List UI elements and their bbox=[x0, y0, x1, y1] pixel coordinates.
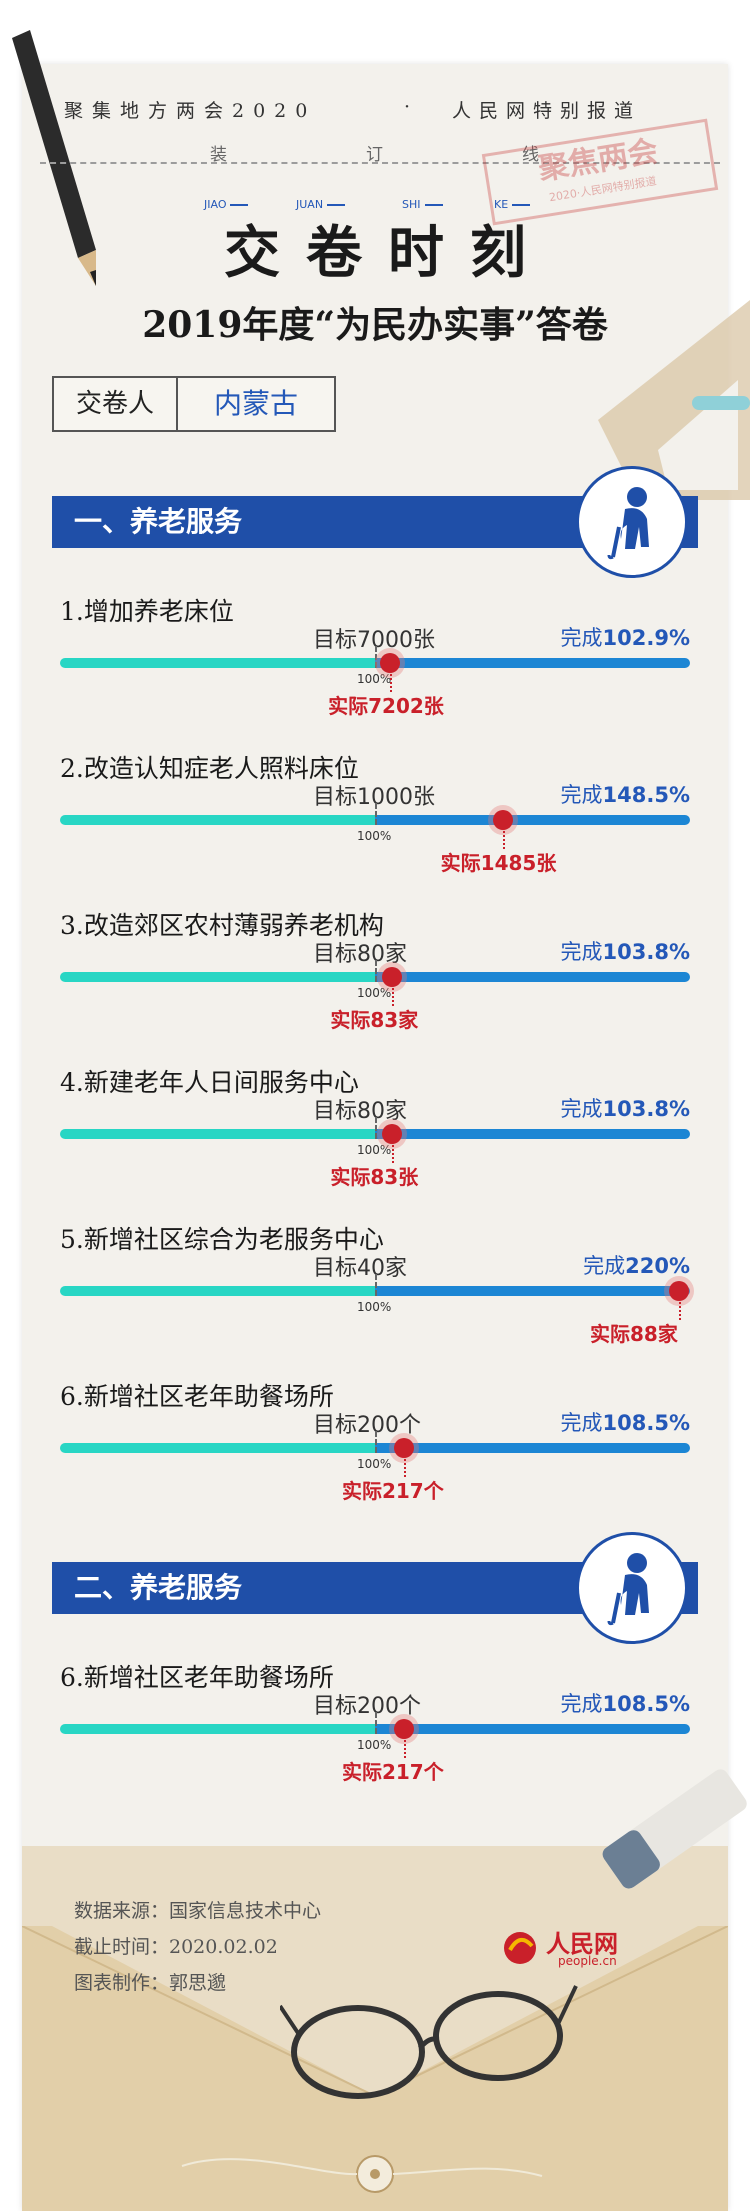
bar-overflow-segment bbox=[375, 1724, 690, 1734]
binding-char: 订 bbox=[366, 145, 383, 165]
submitter-box: 交卷人 内蒙古 bbox=[52, 376, 336, 432]
complete-prefix: 完成 bbox=[560, 626, 603, 650]
pen-icon bbox=[692, 396, 750, 410]
target-100-marker bbox=[375, 803, 377, 825]
actual-leader-line bbox=[679, 1302, 682, 1320]
target-100-label: 100% bbox=[357, 1457, 392, 1471]
complete-prefix: 完成 bbox=[560, 940, 603, 964]
target-label: 目标80家 bbox=[313, 942, 407, 967]
complete-prefix: 完成 bbox=[583, 1254, 626, 1278]
bar-target-segment bbox=[60, 972, 375, 982]
target-100-marker bbox=[375, 1117, 377, 1139]
bar-overflow-segment bbox=[375, 1286, 690, 1296]
people-logo-icon bbox=[504, 1932, 536, 1964]
target-label: 目标7000张 bbox=[313, 628, 435, 653]
glasses-icon bbox=[280, 1985, 578, 2099]
complete-prefix: 完成 bbox=[560, 1692, 603, 1716]
item-title: 6.新增社区老年助餐场所 bbox=[60, 1663, 334, 1692]
actual-value: 实际83张 bbox=[330, 1165, 419, 1189]
actual-value: 实际7202张 bbox=[328, 694, 444, 718]
actual-marker bbox=[492, 810, 513, 830]
elderly-person-icon bbox=[576, 466, 688, 578]
target-100-marker bbox=[375, 1712, 377, 1734]
elderly-person-icon bbox=[576, 1532, 688, 1644]
target-100-marker bbox=[375, 1274, 377, 1296]
target-label: 目标40家 bbox=[313, 1256, 407, 1281]
target-100-label: 100% bbox=[357, 829, 392, 843]
logo-url: people.cn bbox=[558, 1954, 617, 1968]
page-subtitle: 2019年度“为民办实事”答卷 bbox=[142, 304, 608, 346]
bar-overflow-segment bbox=[375, 1443, 690, 1453]
submitter-value: 内蒙古 bbox=[213, 387, 298, 420]
actual-marker bbox=[393, 1438, 414, 1458]
bar-target-segment bbox=[60, 1724, 375, 1734]
bar-target-segment bbox=[60, 1443, 375, 1453]
target-100-label: 100% bbox=[357, 1300, 392, 1314]
footer-source: 数据来源：国家信息技术中心 bbox=[74, 1900, 322, 1922]
complete-percent: 148.5% bbox=[602, 783, 690, 807]
target-label: 目标80家 bbox=[313, 1099, 407, 1124]
complete-label: 完成108.5% bbox=[561, 1688, 690, 1718]
complete-percent: 108.5% bbox=[602, 1411, 690, 1435]
bar-overflow-segment bbox=[375, 658, 690, 668]
target-100-marker bbox=[375, 646, 377, 668]
complete-prefix: 完成 bbox=[560, 1097, 603, 1121]
complete-label: 完成102.9% bbox=[561, 622, 690, 652]
bar-overflow-segment bbox=[375, 815, 690, 825]
bar-target-segment bbox=[60, 815, 375, 825]
actual-value: 实际217个 bbox=[341, 1760, 444, 1784]
complete-label: 完成103.8% bbox=[561, 1093, 690, 1123]
footer-author: 图表制作：郭思邈 bbox=[74, 1972, 227, 1994]
bar-target-segment bbox=[60, 658, 375, 668]
target-100-label: 100% bbox=[357, 1738, 392, 1752]
item-title: 6.新增社区老年助餐场所 bbox=[60, 1382, 334, 1411]
actual-marker bbox=[669, 1281, 690, 1301]
target-100-label: 100% bbox=[357, 986, 392, 1000]
complete-percent: 108.5% bbox=[602, 1692, 690, 1716]
actual-value: 实际83家 bbox=[330, 1008, 419, 1032]
complete-prefix: 完成 bbox=[560, 783, 603, 807]
actual-value: 实际217个 bbox=[341, 1479, 444, 1503]
header-dot: · bbox=[404, 96, 411, 118]
actual-marker bbox=[380, 653, 401, 673]
complete-percent: 103.8% bbox=[602, 940, 690, 964]
complete-label: 完成148.5% bbox=[561, 779, 690, 809]
submitter-label: 交卷人 bbox=[54, 378, 178, 430]
complete-percent: 102.9% bbox=[602, 626, 690, 650]
complete-label: 完成108.5% bbox=[561, 1407, 690, 1437]
complete-percent: 103.8% bbox=[602, 1097, 690, 1121]
complete-label: 完成220% bbox=[583, 1250, 690, 1280]
complete-prefix: 完成 bbox=[560, 1411, 603, 1435]
actual-marker bbox=[393, 1719, 414, 1739]
actual-value: 实际1485张 bbox=[440, 851, 557, 875]
complete-percent: 220% bbox=[625, 1254, 690, 1278]
eraser-icon bbox=[602, 1769, 747, 1889]
page-title: 交卷时刻 bbox=[224, 220, 552, 286]
target-100-marker bbox=[375, 960, 377, 982]
complete-label: 完成103.8% bbox=[561, 936, 690, 966]
target-label: 目标200个 bbox=[313, 1694, 421, 1719]
footer-deadline: 截止时间：2020.02.02 bbox=[74, 1936, 278, 1958]
bar-overflow-segment bbox=[375, 972, 690, 982]
target-100-label: 100% bbox=[357, 1143, 392, 1157]
binding-char: 装 bbox=[210, 145, 227, 165]
target-label: 目标1000张 bbox=[313, 785, 435, 810]
bar-target-segment bbox=[60, 1129, 375, 1139]
target-100-marker bbox=[375, 1431, 377, 1453]
target-100-label: 100% bbox=[357, 672, 392, 686]
target-label: 目标200个 bbox=[313, 1413, 421, 1438]
actual-value: 实际88家 bbox=[590, 1322, 678, 1346]
bar-overflow-segment bbox=[375, 1129, 690, 1139]
bar-target-segment bbox=[60, 1286, 375, 1296]
item-title: 1.增加养老床位 bbox=[60, 597, 234, 626]
